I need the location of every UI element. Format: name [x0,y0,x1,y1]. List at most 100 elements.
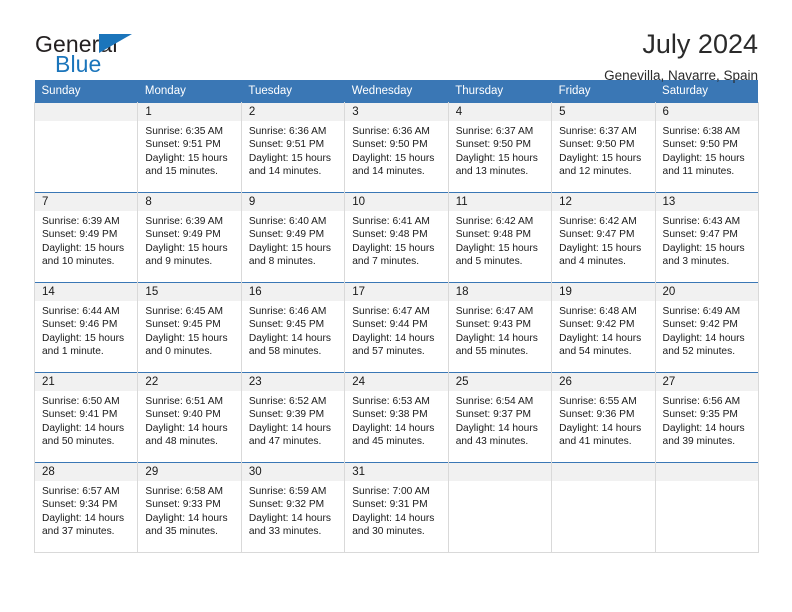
calendar-day-cell[interactable]: 26 Sunrise: 6:55 AM Sunset: 9:36 PM Dayli… [551,372,656,463]
day-cell-content [655,463,758,552]
calendar-day-cell[interactable]: 15 Sunrise: 6:45 AM Sunset: 9:45 PM Dayli… [137,282,242,373]
sun-times-text: Sunrise: 6:44 AM Sunset: 9:46 PM Dayligh… [42,306,125,358]
day-number: 23 [241,373,345,391]
calendar-day-cell[interactable]: 10 Sunrise: 6:41 AM Sunset: 9:48 PM Dayli… [344,192,449,283]
calendar-day-cell[interactable]: 9 Sunrise: 6:40 AM Sunset: 9:49 PM Daylig… [241,192,346,283]
calendar-day-cell[interactable]: 22 Sunrise: 6:51 AM Sunset: 9:40 PM Dayli… [137,372,242,463]
calendar-day-cell[interactable]: 6 Sunrise: 6:38 AM Sunset: 9:50 PM Daylig… [655,102,759,193]
day-number: 25 [448,373,552,391]
day-cell-content: 16 Sunrise: 6:46 AM Sunset: 9:45 PM Dayli… [241,283,345,372]
calendar-day-cell[interactable]: 16 Sunrise: 6:46 AM Sunset: 9:45 PM Dayli… [241,282,346,373]
calendar-day-cell[interactable] [448,462,553,553]
sun-times-text: Sunrise: 6:42 AM Sunset: 9:47 PM Dayligh… [559,216,642,268]
calendar-day-cell[interactable]: 30 Sunrise: 6:59 AM Sunset: 9:32 PM Dayli… [241,462,346,553]
calendar-day-cell[interactable]: 31 Sunrise: 7:00 AM Sunset: 9:31 PM Dayli… [344,462,449,553]
day-cell-content [552,463,655,552]
calendar-day-cell[interactable]: 5 Sunrise: 6:37 AM Sunset: 9:50 PM Daylig… [551,102,656,193]
calendar-day-cell[interactable]: 24 Sunrise: 6:53 AM Sunset: 9:38 PM Dayli… [344,372,449,463]
calendar-day-cell[interactable]: 3 Sunrise: 6:36 AM Sunset: 9:50 PM Daylig… [344,102,449,193]
day-number [552,463,655,481]
day-number: 17 [345,283,448,301]
calendar-day-cell[interactable]: 11 Sunrise: 6:42 AM Sunset: 9:48 PM Dayli… [448,192,553,283]
sun-times-text: Sunrise: 6:52 AM Sunset: 9:39 PM Dayligh… [248,396,331,448]
calendar-day-cell[interactable]: 2 Sunrise: 6:36 AM Sunset: 9:51 PM Daylig… [241,102,346,193]
day-cell-content [35,103,138,192]
calendar-week-row: 21 Sunrise: 6:50 AM Sunset: 9:41 PM Dayli… [33,372,759,463]
day-number: 20 [655,283,758,301]
day-number [35,103,138,121]
calendar-day-cell[interactable]: 13 Sunrise: 6:43 AM Sunset: 9:47 PM Dayli… [655,192,759,283]
calendar-day-cell[interactable]: 29 Sunrise: 6:58 AM Sunset: 9:33 PM Dayli… [137,462,242,553]
calendar-day-cell[interactable] [33,102,139,193]
day-number: 21 [35,373,138,391]
sun-times-text: Sunrise: 6:41 AM Sunset: 9:48 PM Dayligh… [352,216,435,268]
sun-times-text: Sunrise: 6:56 AM Sunset: 9:35 PM Dayligh… [662,396,745,448]
calendar-day-cell[interactable]: 25 Sunrise: 6:54 AM Sunset: 9:37 PM Dayli… [448,372,553,463]
sun-times-text: Sunrise: 6:43 AM Sunset: 9:47 PM Dayligh… [662,216,745,268]
calendar-day-cell[interactable]: 17 Sunrise: 6:47 AM Sunset: 9:44 PM Dayli… [344,282,449,373]
sun-times-text: Sunrise: 6:35 AM Sunset: 9:51 PM Dayligh… [145,126,228,178]
day-cell-content: 20 Sunrise: 6:49 AM Sunset: 9:42 PM Dayli… [655,283,758,372]
weekday-header-row: Sunday Monday Tuesday Wednesday Thursday… [34,80,759,103]
calendar-day-cell[interactable]: 1 Sunrise: 6:35 AM Sunset: 9:51 PM Daylig… [137,102,242,193]
day-cell-content: 27 Sunrise: 6:56 AM Sunset: 9:35 PM Dayli… [655,373,758,462]
day-number: 13 [655,193,758,211]
day-number: 7 [35,193,138,211]
calendar-day-cell[interactable] [655,462,759,553]
weekday-header-monday: Monday [137,80,242,103]
day-cell-content: 12 Sunrise: 6:42 AM Sunset: 9:47 PM Dayli… [552,193,655,282]
sun-times-text [449,481,551,485]
calendar-day-cell[interactable]: 4 Sunrise: 6:37 AM Sunset: 9:50 PM Daylig… [448,102,553,193]
day-number: 8 [138,193,241,211]
day-number: 10 [345,193,448,211]
day-number: 28 [35,463,138,481]
calendar-day-cell[interactable]: 20 Sunrise: 6:49 AM Sunset: 9:42 PM Dayli… [655,282,759,373]
day-number [448,463,552,481]
calendar-day-cell[interactable]: 7 Sunrise: 6:39 AM Sunset: 9:49 PM Daylig… [33,192,139,283]
day-cell-content: 30 Sunrise: 6:59 AM Sunset: 9:32 PM Dayli… [241,463,345,552]
day-number: 5 [552,103,655,121]
calendar-day-cell[interactable]: 14 Sunrise: 6:44 AM Sunset: 9:46 PM Dayli… [33,282,139,373]
calendar-day-cell[interactable]: 18 Sunrise: 6:47 AM Sunset: 9:43 PM Dayli… [448,282,553,373]
day-number: 27 [655,373,758,391]
calendar-day-cell[interactable] [551,462,656,553]
calendar-day-cell[interactable]: 21 Sunrise: 6:50 AM Sunset: 9:41 PM Dayli… [33,372,139,463]
day-cell-content: 18 Sunrise: 6:47 AM Sunset: 9:43 PM Dayli… [448,283,552,372]
title-block: July 2024 Genevilla, Navarre, Spain [604,30,758,84]
day-cell-content: 15 Sunrise: 6:45 AM Sunset: 9:45 PM Dayli… [138,283,241,372]
day-cell-content: 21 Sunrise: 6:50 AM Sunset: 9:41 PM Dayli… [35,373,138,462]
sun-times-text: Sunrise: 6:45 AM Sunset: 9:45 PM Dayligh… [145,306,228,358]
day-cell-content: 23 Sunrise: 6:52 AM Sunset: 9:39 PM Dayli… [241,373,345,462]
sun-times-text: Sunrise: 6:39 AM Sunset: 9:49 PM Dayligh… [145,216,228,268]
day-cell-content: 13 Sunrise: 6:43 AM Sunset: 9:47 PM Dayli… [655,193,758,282]
calendar-day-cell[interactable]: 28 Sunrise: 6:57 AM Sunset: 9:34 PM Dayli… [33,462,139,553]
calendar-day-cell[interactable]: 12 Sunrise: 6:42 AM Sunset: 9:47 PM Dayli… [551,192,656,283]
day-number: 16 [241,283,345,301]
weekday-header-thursday: Thursday [448,80,552,103]
weekday-header-sunday: Sunday [34,80,138,103]
day-number: 3 [345,103,448,121]
sun-times-text: Sunrise: 6:59 AM Sunset: 9:32 PM Dayligh… [248,486,331,538]
day-cell-content: 22 Sunrise: 6:51 AM Sunset: 9:40 PM Dayli… [138,373,241,462]
day-cell-content: 25 Sunrise: 6:54 AM Sunset: 9:37 PM Dayli… [448,373,552,462]
sun-times-text: Sunrise: 6:37 AM Sunset: 9:50 PM Dayligh… [559,126,642,178]
calendar-week-row: 28 Sunrise: 6:57 AM Sunset: 9:34 PM Dayli… [33,462,759,553]
day-cell-content: 1 Sunrise: 6:35 AM Sunset: 9:51 PM Daylig… [138,103,241,192]
calendar-day-cell[interactable]: 8 Sunrise: 6:39 AM Sunset: 9:49 PM Daylig… [137,192,242,283]
calendar-day-cell[interactable]: 27 Sunrise: 6:56 AM Sunset: 9:35 PM Dayli… [655,372,759,463]
day-cell-content: 5 Sunrise: 6:37 AM Sunset: 9:50 PM Daylig… [552,103,655,192]
calendar-day-cell[interactable]: 19 Sunrise: 6:48 AM Sunset: 9:42 PM Dayli… [551,282,656,373]
day-number: 6 [655,103,758,121]
day-cell-content: 4 Sunrise: 6:37 AM Sunset: 9:50 PM Daylig… [448,103,552,192]
calendar-page: General Blue July 2024 Genevilla, Navarr… [0,0,792,612]
calendar-day-cell[interactable]: 23 Sunrise: 6:52 AM Sunset: 9:39 PM Dayli… [241,372,346,463]
location-subtitle: Genevilla, Navarre, Spain [604,68,758,84]
sun-times-text: Sunrise: 6:53 AM Sunset: 9:38 PM Dayligh… [352,396,435,448]
calendar-week-row: 14 Sunrise: 6:44 AM Sunset: 9:46 PM Dayli… [33,282,759,373]
sun-times-text: Sunrise: 6:36 AM Sunset: 9:50 PM Dayligh… [352,126,435,178]
day-cell-content [448,463,552,552]
day-number: 31 [345,463,448,481]
day-cell-content: 7 Sunrise: 6:39 AM Sunset: 9:49 PM Daylig… [35,193,138,282]
general-blue-logo[interactable]: General Blue [34,30,154,80]
sun-times-text [552,481,654,485]
